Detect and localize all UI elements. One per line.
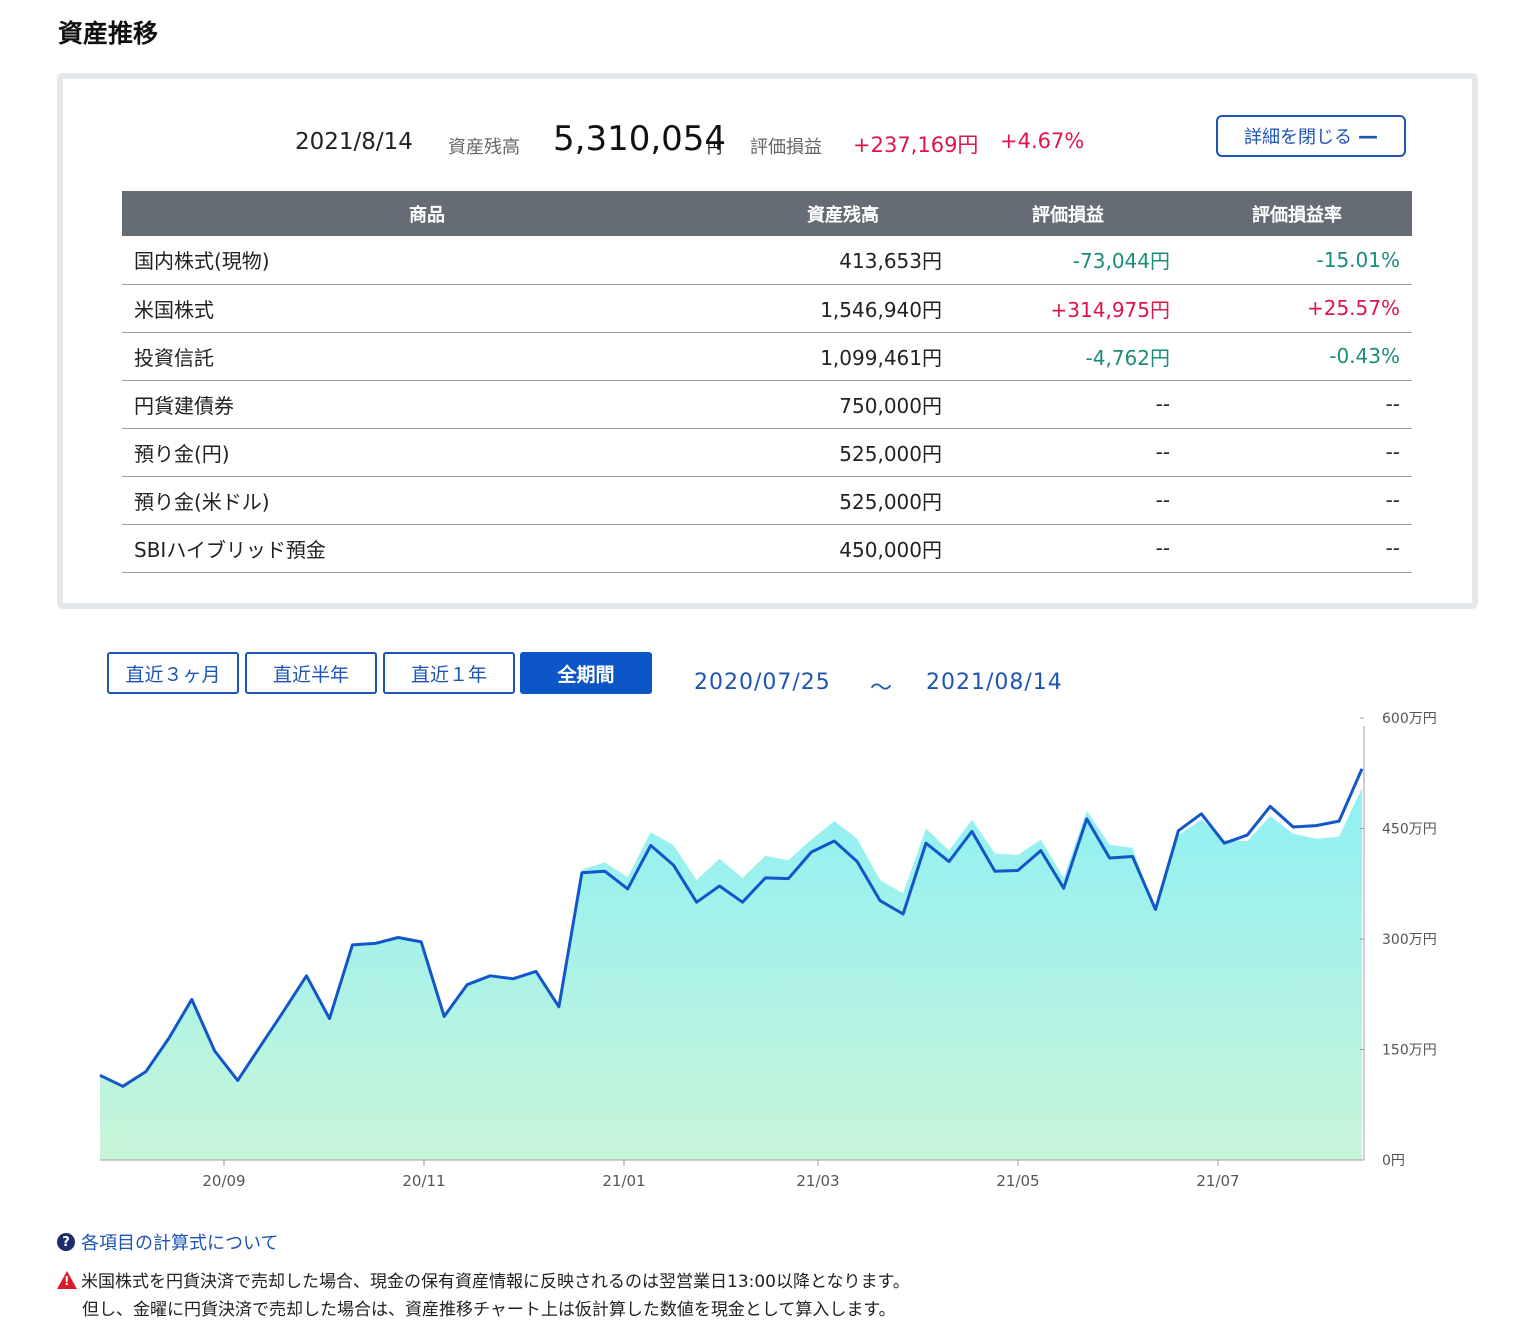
product-pl: -4,762円	[954, 332, 1182, 381]
pl-label: 評価損益	[750, 137, 822, 158]
asset-summary-card: 2021/8/14 資産残高 5,310,054 円 評価損益 +237,169…	[57, 73, 1478, 609]
pl-rate: +4.67%	[1000, 129, 1085, 153]
product-pl: --	[954, 476, 1182, 525]
table-header-row: 商品 資産残高 評価損益 評価損益率	[122, 191, 1412, 236]
balance-value: 5,310,054	[553, 119, 727, 159]
product-name: 預り金(円)	[122, 428, 732, 477]
range-start-date[interactable]: 2020/07/25	[694, 670, 831, 695]
warning-line-2: 但し、金曜に円貨決済で売却した場合は、資産推移チャート上は仮計算した数値を現金と…	[82, 1300, 896, 1320]
table-row: 投資信託 1,099,461円 -4,762円 -0.43%	[122, 332, 1412, 381]
x-tick-label: 20/11	[402, 1172, 445, 1190]
x-tick-label: 21/07	[1196, 1172, 1239, 1190]
table-row: 円貨建債券 750,000円 -- --	[122, 380, 1412, 429]
table-row: 預り金(米ドル) 525,000円 -- --	[122, 476, 1412, 525]
warning-icon	[57, 1270, 77, 1289]
product-balance: 750,000円	[732, 380, 954, 429]
product-name: 預り金(米ドル)	[122, 476, 732, 525]
page-title: 資産推移	[58, 19, 159, 48]
minus-icon: —	[1358, 124, 1378, 148]
product-pl: --	[954, 428, 1182, 477]
y-tick-label: 600万円	[1382, 711, 1437, 727]
question-icon: ?	[57, 1233, 75, 1251]
warning-line-1: 米国株式を円貨決済で売却した場合、現金の保有資産情報に反映されるのは翌営業日13…	[81, 1272, 910, 1292]
x-tick-label: 21/03	[796, 1172, 839, 1190]
x-tick-label: 21/05	[996, 1172, 1039, 1190]
y-tick-label: 150万円	[1382, 1043, 1437, 1059]
warning-note: 米国株式を円貨決済で売却した場合、現金の保有資産情報に反映されるのは翌営業日13…	[57, 1267, 910, 1292]
product-balance: 525,000円	[732, 428, 954, 477]
range-separator: ～	[870, 676, 894, 701]
product-balance: 450,000円	[732, 524, 954, 573]
product-balance: 1,546,940円	[732, 284, 954, 333]
formula-help-text: 各項目の計算式について	[81, 1233, 279, 1254]
product-balance: 413,653円	[732, 236, 954, 285]
product-pl: --	[954, 380, 1182, 429]
period-button-all[interactable]: 全期間	[520, 652, 652, 694]
product-pl-rate: -0.43%	[1182, 332, 1412, 381]
period-button-half-year[interactable]: 直近半年	[245, 652, 377, 694]
table-row: 国内株式(現物) 413,653円 -73,044円 -15.01%	[122, 236, 1412, 285]
product-pl: -73,044円	[954, 236, 1182, 285]
formula-help-link[interactable]: ? 各項目の計算式について	[57, 1229, 278, 1255]
balance-label: 資産残高	[448, 137, 520, 158]
balance-unit: 円	[707, 139, 723, 157]
table-row: 預り金(円) 525,000円 -- --	[122, 428, 1412, 477]
y-tick-label: 450万円	[1382, 822, 1437, 838]
range-end-date[interactable]: 2021/08/14	[926, 670, 1063, 695]
product-pl-rate: --	[1182, 380, 1412, 429]
product-name: 米国株式	[122, 284, 732, 333]
asset-chart: 0円 150万円 300万円 450万円 600万円 20/09 20/11 21/01 21/…	[99, 711, 1437, 1190]
product-name: 円貨建債券	[122, 380, 732, 429]
product-pl-rate: --	[1182, 428, 1412, 477]
product-pl-rate: --	[1182, 476, 1412, 525]
header-product: 商品	[122, 191, 732, 236]
product-pl-rate: +25.57%	[1182, 284, 1412, 333]
pl-value: +237,169円	[853, 133, 979, 157]
product-pl-rate: --	[1182, 524, 1412, 573]
y-tick-label: 0円	[1382, 1153, 1405, 1169]
table-row: SBIハイブリッド預金 450,000円 -- --	[122, 524, 1412, 573]
header-balance: 資産残高	[732, 191, 954, 236]
header-pl: 評価損益	[954, 191, 1182, 236]
header-pl-rate: 評価損益率	[1182, 191, 1412, 236]
product-balance: 525,000円	[732, 476, 954, 525]
summary-date: 2021/8/14	[295, 129, 413, 155]
period-button-1year[interactable]: 直近１年	[383, 652, 515, 694]
close-details-label: 詳細を閉じる	[1244, 127, 1352, 148]
y-tick-label: 300万円	[1382, 932, 1437, 948]
product-name: SBIハイブリッド預金	[122, 524, 732, 573]
product-pl: +314,975円	[954, 284, 1182, 333]
product-pl-rate: -15.01%	[1182, 236, 1412, 285]
product-name: 国内株式(現物)	[122, 236, 732, 285]
product-name: 投資信託	[122, 332, 732, 381]
chart-area-series	[100, 788, 1362, 1160]
x-tick-label: 20/09	[202, 1172, 245, 1190]
product-pl: --	[954, 524, 1182, 573]
period-button-3months[interactable]: 直近３ヶ月	[107, 652, 239, 694]
close-details-button[interactable]: 詳細を閉じる —	[1216, 115, 1406, 157]
table-row: 米国株式 1,546,940円 +314,975円 +25.57%	[122, 284, 1412, 333]
product-balance: 1,099,461円	[732, 332, 954, 381]
holdings-table: 商品 資産残高 評価損益 評価損益率 国内株式(現物) 413,653円 -73,0…	[122, 191, 1412, 573]
x-tick-label: 21/01	[602, 1172, 645, 1190]
